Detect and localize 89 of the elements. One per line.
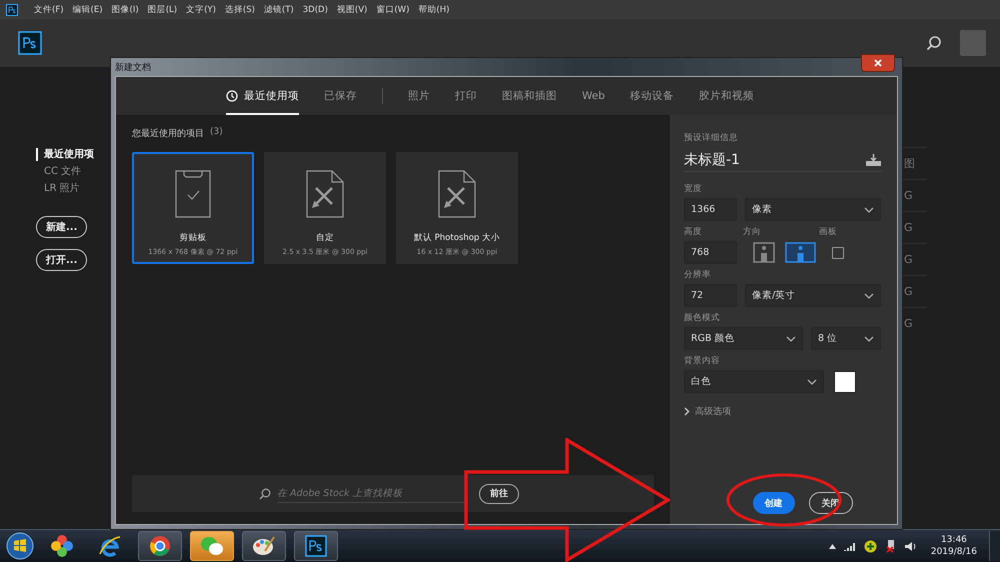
color-mode-dropdown[interactable]: RGB 颜色: [684, 327, 803, 350]
field-label: 画板: [819, 226, 837, 238]
clipboard-icon: [175, 170, 211, 218]
search-icon: [259, 488, 271, 500]
menu-item[interactable]: 文件(F): [34, 4, 64, 16]
signal-icon[interactable]: [844, 542, 856, 550]
background-dropdown[interactable]: 白色: [684, 370, 824, 393]
app-logo-icon[interactable]: [6, 4, 18, 16]
resolution-unit-dropdown[interactable]: 像素/英寸: [745, 284, 881, 307]
browser-icon: [149, 535, 171, 557]
tab[interactable]: 移动设备: [630, 77, 674, 115]
go-button[interactable]: 前往: [479, 484, 519, 504]
field-label: 分辨率: [684, 269, 712, 281]
menu-item[interactable]: 图层(L): [148, 4, 178, 16]
preset-name: 默认 Photoshop 大小: [414, 232, 500, 244]
width-field[interactable]: 1366: [684, 198, 737, 221]
item-count: (3): [210, 127, 223, 139]
taskbar-button[interactable]: [242, 531, 286, 561]
menu-item[interactable]: 视图(V): [336, 4, 368, 16]
artboard-checkbox[interactable]: [832, 246, 844, 258]
search-icon[interactable]: [926, 35, 942, 51]
tab[interactable]: 图稿和插图: [502, 77, 557, 115]
create-button[interactable]: 创建: [752, 492, 794, 514]
field-label: 颜色模式: [684, 312, 721, 324]
clock-date: 2019/8/16: [930, 546, 977, 558]
sidebar-item[interactable]: 最近使用项: [36, 148, 94, 161]
save-preset-icon[interactable]: [866, 154, 881, 166]
menu-item[interactable]: 文字(Y): [186, 4, 216, 16]
document-name-field[interactable]: 未标题-1: [684, 151, 740, 169]
pinwheel-app-icon[interactable]: [50, 534, 74, 558]
chevron-down-icon: [807, 378, 817, 384]
field-label: 高度: [684, 226, 703, 238]
height-field[interactable]: 768: [684, 241, 737, 264]
menu-item[interactable]: 编辑(E): [72, 4, 103, 16]
chevron-down-icon: [864, 336, 874, 342]
paint-palette-icon: [252, 535, 276, 557]
start-button-icon[interactable]: [6, 532, 34, 560]
internet-explorer-icon[interactable]: [98, 534, 122, 558]
bit-depth-dropdown[interactable]: 8 位: [811, 327, 881, 350]
sidebar-item[interactable]: CC 文件: [36, 165, 94, 178]
window-title: 新建文档: [115, 62, 151, 74]
menu-item[interactable]: 滤镜(T): [264, 4, 294, 16]
tab[interactable]: 打印: [455, 77, 477, 115]
taskbar-button[interactable]: [138, 531, 182, 561]
menu-item[interactable]: 帮助(H): [418, 4, 450, 16]
clock-time: 13:46: [940, 534, 967, 546]
clock[interactable]: 13:46 2019/8/16: [930, 534, 977, 558]
close-icon[interactable]: [861, 54, 895, 72]
color-swatch[interactable]: [834, 370, 856, 392]
preset-name: 剪贴板: [180, 232, 206, 244]
network-error-icon[interactable]: [884, 539, 897, 553]
tab[interactable]: 最近使用项: [226, 77, 299, 115]
chevron-down-icon: [786, 336, 796, 342]
speaker-icon[interactable]: [904, 540, 917, 552]
menu-item[interactable]: 3D(D): [302, 4, 328, 14]
section-title: 您最近使用的项目: [132, 128, 204, 140]
tab[interactable]: 胶片和视频: [698, 77, 754, 115]
tab[interactable]: 已保存: [324, 77, 357, 115]
unit-dropdown[interactable]: 像素: [745, 198, 881, 221]
document-ruler-pencil-icon: [306, 170, 344, 218]
tab[interactable]: 照片: [408, 77, 430, 115]
photoshop-logo-icon: [18, 31, 42, 55]
panel-heading: 预设详细信息: [684, 132, 739, 144]
preset-name: 自定: [316, 232, 334, 244]
menu-item[interactable]: 窗口(W): [376, 4, 410, 16]
sidebar-button[interactable]: 新建...: [36, 216, 88, 238]
field-label: 方向: [743, 226, 762, 238]
chevron-down-icon: [864, 206, 874, 212]
advanced-options-toggle[interactable]: 高级选项: [684, 405, 881, 418]
document-ruler-pencil-icon: [438, 170, 476, 218]
sidebar-item[interactable]: LR 照片: [36, 182, 94, 195]
photoshop-logo-icon: [305, 535, 327, 557]
clock-icon: [226, 90, 238, 102]
sidebar-button[interactable]: 打开...: [36, 249, 88, 271]
resolution-field[interactable]: 72: [684, 284, 737, 307]
menu-item[interactable]: 选择(S): [224, 4, 255, 16]
menu-item[interactable]: 图像(I): [112, 4, 139, 16]
plus-circle-icon[interactable]: [864, 540, 877, 552]
landscape-orientation-icon[interactable]: [785, 242, 816, 263]
field-label: 宽度: [684, 183, 703, 195]
portrait-orientation-icon[interactable]: [753, 242, 775, 263]
taskbar-button[interactable]: [294, 531, 338, 561]
field-label: 背景内容: [684, 355, 721, 367]
show-hidden-icons-icon[interactable]: [828, 544, 836, 548]
chat-bubbles-icon: [200, 535, 224, 557]
search-field[interactable]: 在 Adobe Stock 上查找模板: [277, 484, 467, 502]
chevron-right-icon: [684, 407, 690, 416]
tab[interactable]: Web: [582, 77, 605, 115]
chevron-down-icon: [864, 292, 874, 298]
